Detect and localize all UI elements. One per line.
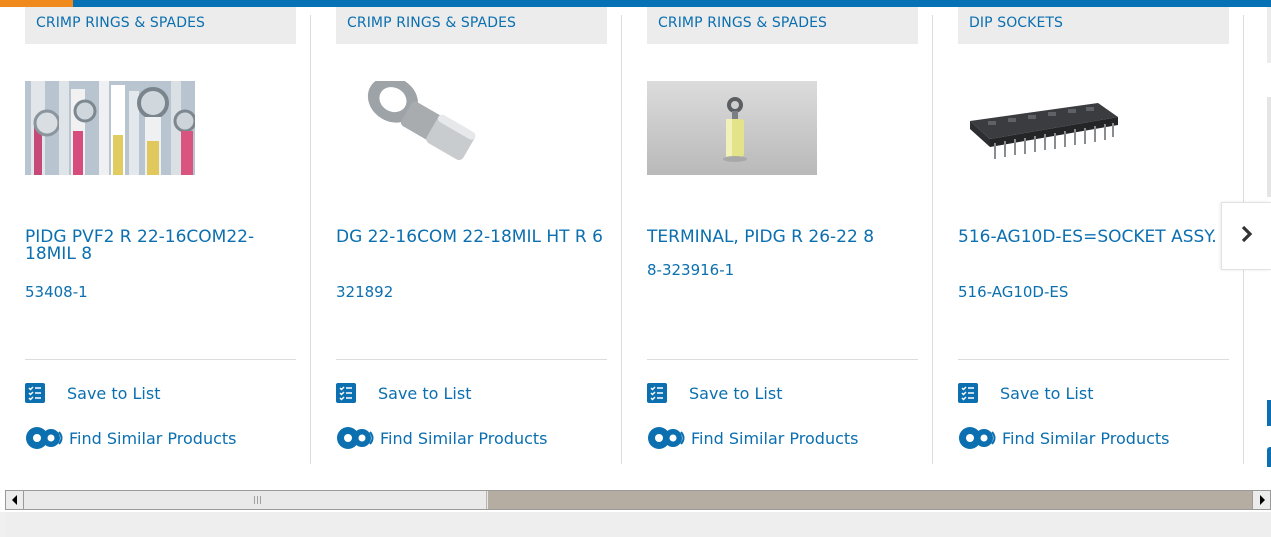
save-to-list-button[interactable]: Save to List	[336, 381, 471, 405]
scrollbar-thumb[interactable]	[24, 491, 487, 509]
find-similar-label: Find Similar Products	[69, 428, 237, 448]
scrollbar-track[interactable]	[488, 491, 1252, 509]
product-card: CRIMP RINGS & SPADES TERMINAL, PIDG R 26…	[622, 7, 933, 464]
category-label[interactable]: CRIMP RINGS & SPADES	[647, 7, 918, 44]
product-card: CRIMP RINGS & SPADES PIDG PVF2 R 22-16CO…	[0, 7, 311, 464]
category-text[interactable]: CRIMP RINGS & SPADES	[347, 15, 516, 31]
save-to-list-label: Save to List	[378, 383, 472, 403]
find-similar-button[interactable]: Find Similar Products	[336, 426, 548, 450]
category-text[interactable]: CRIMP RINGS & SPADES	[658, 15, 827, 31]
gears-icon	[647, 426, 687, 450]
scroll-right-arrow-icon[interactable]	[1252, 491, 1270, 509]
part-number-link[interactable]: 516-AG10D-ES	[958, 283, 1068, 301]
save-to-list-label: Save to List	[67, 383, 161, 403]
part-number-link[interactable]: 8-323916-1	[647, 261, 734, 279]
product-title-link[interactable]: TERMINAL, PIDG R 26-22 8	[647, 229, 922, 246]
scroll-left-arrow-icon[interactable]	[6, 491, 24, 509]
product-card: DIP SOCKETS 516-AG10D-ES=SOCKET ASSY. 51…	[933, 7, 1244, 464]
product-image[interactable]	[647, 81, 817, 175]
save-to-list-label: Save to List	[1000, 383, 1094, 403]
product-title-link[interactable]: PIDG PVF2 R 22-16COM22-18MIL 8	[25, 229, 300, 263]
card-divider	[958, 359, 1229, 360]
checklist-icon	[25, 383, 45, 403]
card-divider	[25, 359, 296, 360]
product-image[interactable]	[958, 81, 1128, 175]
horizontal-scrollbar[interactable]	[5, 490, 1271, 510]
product-title-link[interactable]: DG 22-16COM 22-18MIL HT R 6	[336, 229, 611, 246]
checklist-icon	[647, 383, 667, 403]
find-similar-label: Find Similar Products	[380, 428, 548, 448]
top-accent-highlight	[0, 0, 73, 7]
category-label[interactable]: DIP SOCKETS	[958, 7, 1229, 44]
gears-icon	[958, 426, 998, 450]
category-text[interactable]: DIP SOCKETS	[969, 15, 1063, 31]
part-number-link[interactable]: 321892	[336, 283, 393, 301]
save-to-list-button[interactable]: Save to List	[25, 381, 160, 405]
part-number-link[interactable]: 53408-1	[25, 283, 88, 301]
card-divider	[647, 359, 918, 360]
scrollbar-grip	[254, 496, 262, 504]
find-similar-label: Find Similar Products	[691, 428, 859, 448]
category-label[interactable]: CRIMP RINGS & SPADES	[336, 7, 607, 44]
find-similar-button[interactable]: Find Similar Products	[958, 426, 1170, 450]
carousel-next-button[interactable]	[1221, 202, 1271, 270]
product-carousel: CRIMP RINGS & SPADES PIDG PVF2 R 22-16CO…	[0, 7, 1271, 467]
category-label[interactable]: CRIMP RINGS & SPADES	[25, 7, 296, 44]
save-to-list-button[interactable]: Save to List	[958, 381, 1093, 405]
category-text[interactable]: CRIMP RINGS & SPADES	[36, 15, 205, 31]
product-image[interactable]	[336, 81, 506, 175]
checklist-icon	[336, 383, 356, 403]
gears-icon	[25, 426, 65, 450]
find-similar-button[interactable]: Find Similar Products	[25, 426, 237, 450]
footer-panel	[5, 512, 1271, 537]
gears-icon	[336, 426, 376, 450]
product-title-link[interactable]: 516-AG10D-ES=SOCKET ASSY.	[958, 229, 1233, 246]
find-similar-label: Find Similar Products	[1002, 428, 1170, 448]
top-accent-bar	[0, 0, 1271, 7]
page-footer-area	[0, 512, 1271, 537]
chevron-right-icon	[1240, 225, 1254, 247]
save-to-list-button[interactable]: Save to List	[647, 381, 782, 405]
card-divider	[336, 359, 607, 360]
product-card: CRIMP RINGS & SPADES DG 22-16COM 22-18MI…	[311, 7, 622, 464]
checklist-icon	[958, 383, 978, 403]
find-similar-button[interactable]: Find Similar Products	[647, 426, 859, 450]
save-to-list-label: Save to List	[689, 383, 783, 403]
product-image[interactable]	[25, 81, 195, 175]
